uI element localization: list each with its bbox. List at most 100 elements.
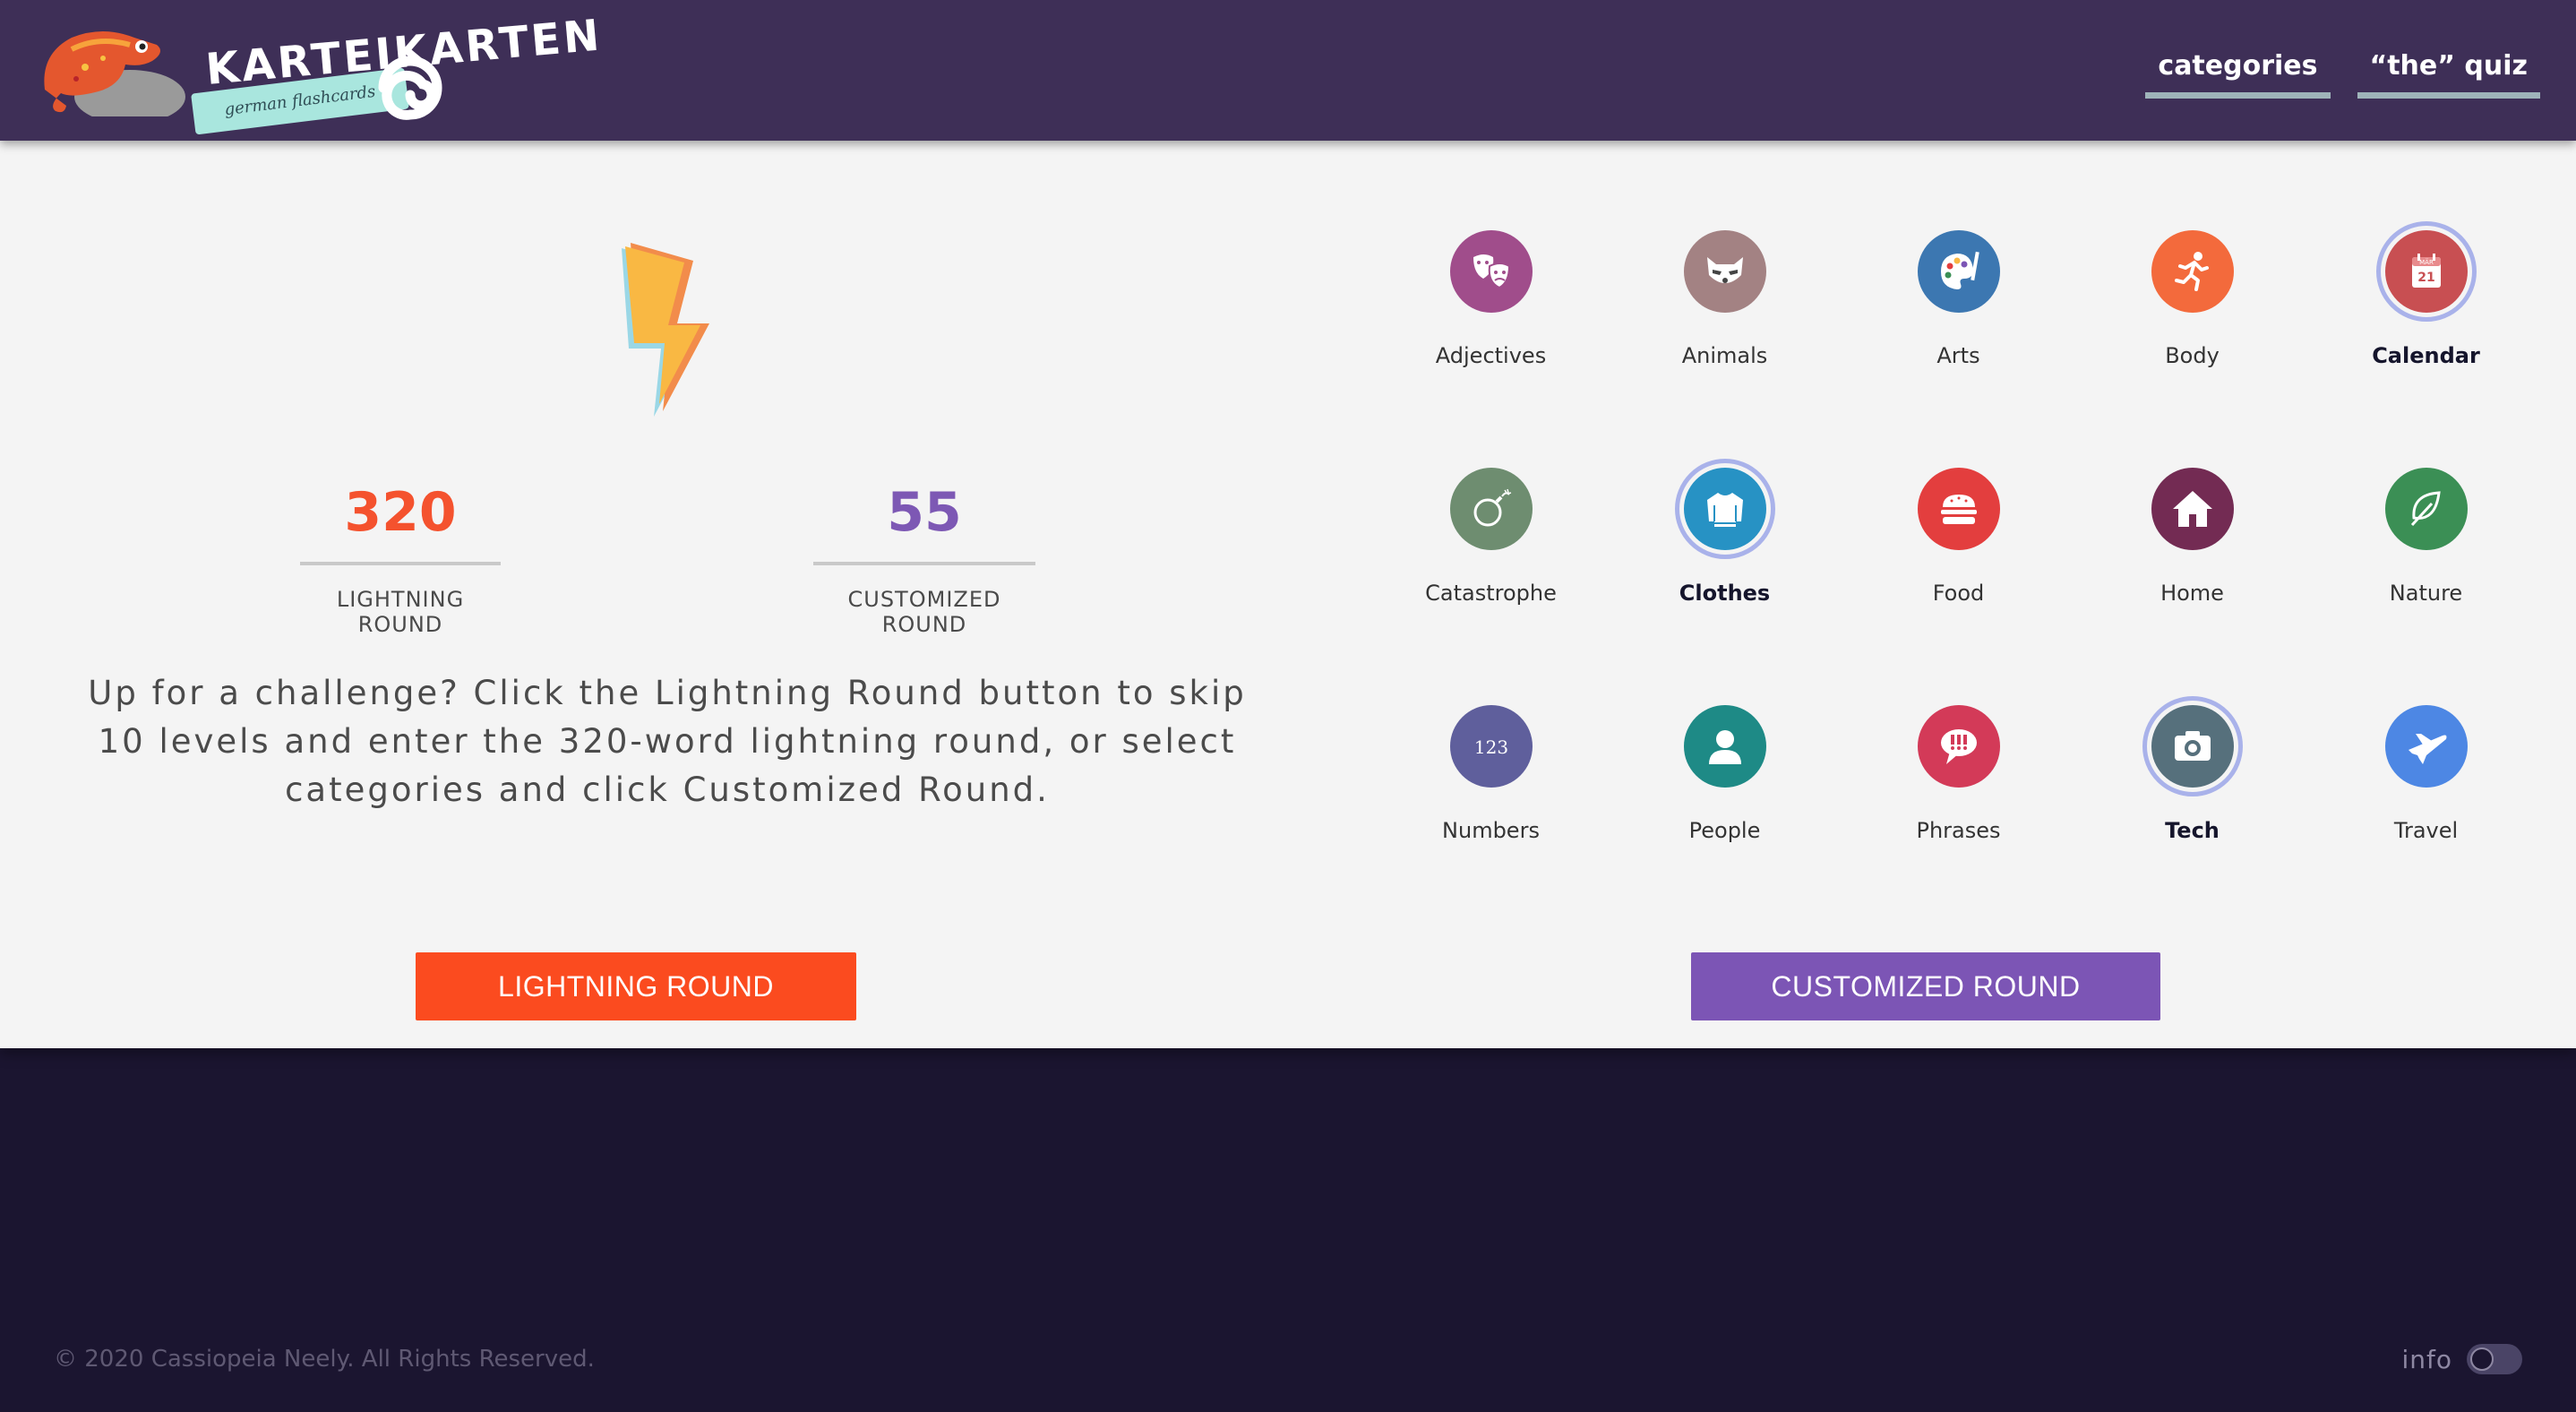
category-ring [1909, 221, 2009, 322]
numbers-icon-text: 123 [1473, 736, 1507, 758]
category-arts[interactable]: Arts [1842, 221, 2075, 459]
category-badge [2384, 468, 2468, 550]
category-numbers[interactable]: 123 Numbers [1374, 696, 1608, 934]
raccoon-icon [1706, 257, 1743, 283]
category-adjectives[interactable]: Adjectives [1374, 221, 1608, 459]
category-badge: 123 [1449, 705, 1533, 788]
category-label: Adjectives [1435, 343, 1547, 368]
main-nav: categories “the” quiz [2145, 50, 2540, 99]
chameleon-icon [44, 31, 185, 116]
category-ring [2376, 696, 2477, 796]
category-home[interactable]: Home [2075, 459, 2309, 696]
category-label: Clothes [1679, 581, 1771, 606]
category-label: Home [2160, 581, 2224, 606]
category-ring [2142, 459, 2243, 559]
lightning-word-count: 320 [300, 479, 501, 565]
category-ring [2142, 696, 2243, 796]
category-food[interactable]: Food [1842, 459, 2075, 696]
site-logo[interactable]: KARTEIKARTEN german flashcards [36, 10, 604, 135]
lightning-round-button[interactable]: LIGHTNING ROUND [416, 952, 856, 1020]
category-badge [2151, 230, 2234, 313]
customized-word-count: 55 [813, 479, 1035, 565]
customized-stat: 55 CUSTOMIZED ROUND [813, 479, 1035, 637]
category-badge [2151, 468, 2234, 550]
category-people[interactable]: People [1608, 696, 1842, 934]
category-ring [2142, 221, 2243, 322]
category-catastrophe[interactable]: Catastrophe [1374, 459, 1608, 696]
category-ring [2376, 459, 2477, 559]
category-badge [1449, 230, 1533, 313]
category-label: Animals [1681, 343, 1768, 368]
category-label: Phrases [1916, 818, 2001, 843]
info-toggle[interactable] [2467, 1344, 2522, 1374]
burger-icon [1940, 495, 1977, 524]
copyright-text: © 2020 Cassiopeia Neely. All Rights Rese… [54, 1346, 595, 1373]
category-phrases[interactable]: Phrases [1842, 696, 2075, 934]
category-nature[interactable]: Nature [2309, 459, 2543, 696]
airplane-icon [2408, 734, 2446, 764]
challenge-description: Up for a challenge? Click the Lightning … [88, 674, 1247, 809]
info-toggle-group: info [2401, 1344, 2522, 1374]
category-badge [1917, 705, 2000, 788]
theater-masks-icon [1473, 254, 1510, 289]
category-label: Body [2165, 343, 2220, 368]
category-badge [2151, 705, 2234, 788]
category-badge [2384, 705, 2468, 788]
category-body[interactable]: Body [2075, 221, 2309, 459]
category-badge [1917, 230, 2000, 313]
calendar-day-text: 21 [2417, 271, 2434, 285]
category-grid: Adjectives Animals Arts Body MÄR 21 Cale… [1374, 221, 2543, 934]
category-badge [1449, 468, 1533, 550]
nav-categories-link[interactable]: categories [2145, 50, 2331, 99]
info-label: info [2401, 1344, 2452, 1374]
lightning-stat-label: LIGHTNING ROUND [336, 587, 465, 637]
category-ring [1674, 459, 1775, 559]
category-ring [1675, 221, 1775, 322]
bomb-icon [1473, 488, 1511, 527]
category-label: Travel [2393, 818, 2459, 843]
customized-round-button[interactable]: CUSTOMIZED ROUND [1691, 952, 2160, 1020]
category-ring [1909, 459, 2009, 559]
category-tech[interactable]: Tech [2075, 696, 2309, 934]
palette-icon [1940, 251, 1979, 289]
category-ring [1441, 221, 1541, 322]
category-calendar[interactable]: MÄR 21 Calendar [2309, 221, 2543, 459]
calendar-month-text: MÄR [2419, 258, 2434, 266]
category-badge [1683, 705, 1766, 788]
site-header: KARTEIKARTEN german flashcards categorie… [0, 0, 2576, 141]
lightning-stat: 320 LIGHTNING ROUND [300, 479, 501, 637]
numbers-icon: 123 [1473, 736, 1507, 758]
category-badge [1917, 468, 2000, 550]
category-badge [1683, 468, 1766, 550]
category-label: Nature [2389, 581, 2463, 606]
category-label: Arts [1936, 343, 1980, 368]
category-label: People [1688, 818, 1761, 843]
lightning-bolt-icon [622, 243, 709, 417]
category-badge: MÄR 21 [2384, 230, 2468, 313]
sweater-icon [1706, 493, 1743, 527]
customized-stat-label: CUSTOMIZED ROUND [847, 587, 1001, 637]
category-ring [1675, 696, 1775, 796]
leaf-icon [2410, 491, 2441, 527]
swirl-icon [378, 56, 442, 120]
toggle-knob [2470, 1347, 2494, 1371]
category-label: Calendar [2372, 343, 2480, 368]
main-panel: 320 LIGHTNING ROUND 55 CUSTOMIZED ROUND … [0, 141, 2576, 1048]
category-label: Numbers [1442, 818, 1540, 843]
category-animals[interactable]: Animals [1608, 221, 1842, 459]
running-person-icon [2174, 252, 2209, 291]
category-ring [1441, 459, 1541, 559]
category-badge [1683, 230, 1766, 313]
category-travel[interactable]: Travel [2309, 696, 2543, 934]
nav-quiz-link[interactable]: “the” quiz [2357, 50, 2540, 99]
person-icon [1708, 730, 1741, 764]
category-label: Catastrophe [1425, 581, 1557, 606]
category-clothes[interactable]: Clothes [1608, 459, 1842, 696]
speech-bubble-icon [1940, 729, 1977, 764]
category-label: Food [1932, 581, 1985, 606]
category-ring: MÄR 21 [2375, 221, 2477, 322]
camera-icon [2174, 731, 2211, 761]
category-ring: 123 [1441, 696, 1541, 796]
calendar-icon: MÄR 21 [2411, 254, 2441, 288]
category-label: Tech [2165, 818, 2220, 843]
